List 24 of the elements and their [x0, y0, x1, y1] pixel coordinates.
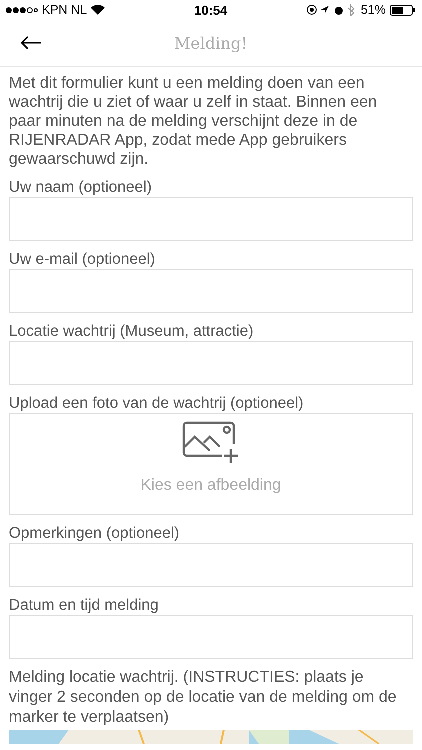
clock-time: 10:54 [194, 2, 228, 18]
wifi-icon [91, 5, 106, 15]
field-label: Uw naam (optioneel) [9, 178, 154, 197]
input-field[interactable] [9, 615, 413, 659]
field-label: Datum en tijd melding [9, 596, 160, 615]
page-title: Melding! [174, 34, 248, 52]
input-field[interactable] [9, 197, 413, 241]
field-label: Upload een foto van de wachtrij (optioneel) [9, 394, 305, 413]
carrier-name: KPN NL [42, 3, 88, 17]
field-label: Locatie wachtrij (Museum, attractie) [9, 322, 255, 341]
status-icons [306, 4, 357, 16]
field-label: Uw e-mail (optioneel) [9, 250, 156, 269]
map-instructions: Melding locatie wachtrij. (INSTRUCTIES: plaats je vinger 2 seconden op de locatie van de melding om de marker te verplaatsen) [9, 668, 398, 728]
back-arrow-icon [20, 36, 42, 50]
image-upload[interactable]: Kies een afbeelding [9, 413, 413, 515]
input-field[interactable] [9, 543, 413, 587]
battery-icon [390, 4, 416, 16]
battery-level: 51% [360, 3, 386, 17]
add-image-icon [182, 421, 240, 465]
input-field[interactable] [9, 341, 413, 385]
intro-text: Met dit formulier kunt u een melding doen van een wachtrij die u ziet of waar u zelf in staat. Binnen een paar minuten na de melding verschijnt deze in de RIJENRADAR App, zodat mede App gebruikers gewaarschuwd zijn. [9, 74, 378, 169]
input-field[interactable] [9, 269, 413, 313]
signal-icon [6, 6, 38, 14]
field-label: Opmerkingen (optioneel) [9, 524, 181, 543]
